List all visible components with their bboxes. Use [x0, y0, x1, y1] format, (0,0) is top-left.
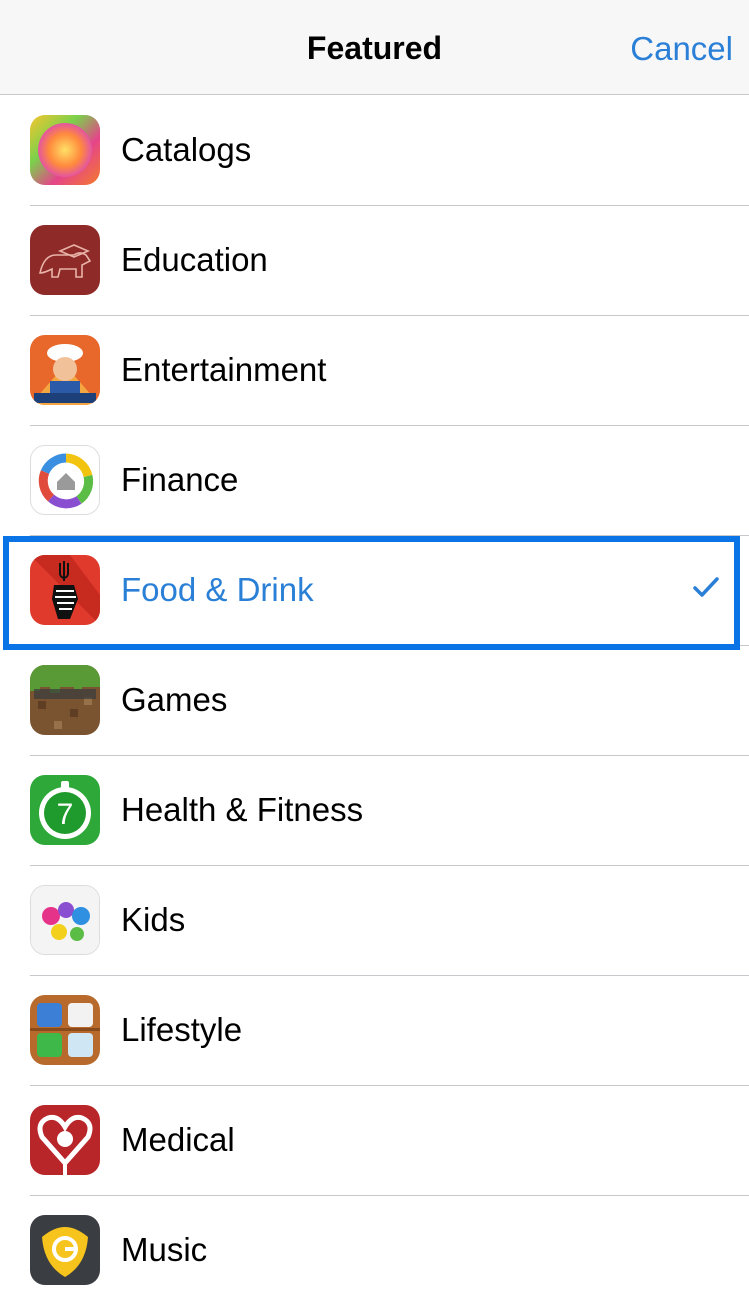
category-row-finance[interactable]: Finance: [0, 426, 749, 536]
category-label: Food & Drink: [121, 571, 314, 608]
category-row-entertainment[interactable]: Entertainment: [0, 316, 749, 426]
category-label: Games: [121, 681, 228, 718]
category-row-education[interactable]: Education: [0, 206, 749, 316]
entertainment-app-icon: [30, 335, 100, 405]
category-row-lifestyle[interactable]: Lifestyle: [0, 976, 749, 1086]
medical-app-icon: [30, 1105, 100, 1175]
category-label: Lifestyle: [121, 1011, 243, 1048]
category-label: Health & Fitness: [121, 791, 364, 828]
education-app-icon: [30, 225, 100, 295]
svg-text:7: 7: [57, 798, 74, 831]
catalogs-app-icon: [30, 115, 100, 185]
category-label: Catalogs: [121, 131, 252, 168]
navigation-bar: Featured Cancel: [0, 0, 749, 95]
category-row-catalogs[interactable]: Catalogs: [0, 96, 749, 206]
category-row-health-fitness[interactable]: 7 Health & Fitness: [0, 756, 749, 866]
category-label: Finance: [121, 461, 239, 498]
food-drink-app-icon: [30, 555, 100, 625]
games-app-icon: [30, 665, 100, 735]
checkmark-icon: [693, 577, 719, 597]
lifestyle-app-icon: [30, 995, 100, 1065]
category-list: Catalogs Education Entertainment Finance…: [0, 96, 749, 1306]
category-label: Kids: [121, 901, 186, 938]
category-row-music[interactable]: Music: [0, 1196, 749, 1306]
category-label: Education: [121, 241, 268, 278]
health-fitness-app-icon: 7: [30, 775, 100, 845]
cancel-button[interactable]: Cancel: [630, 30, 733, 68]
music-app-icon: [30, 1215, 100, 1285]
category-row-food-drink[interactable]: Food & Drink: [0, 536, 749, 646]
category-row-kids[interactable]: Kids: [0, 866, 749, 976]
category-label: Entertainment: [121, 351, 327, 388]
category-label: Medical: [121, 1121, 235, 1158]
category-label: Music: [121, 1231, 208, 1268]
kids-app-icon: [30, 885, 100, 955]
category-row-medical[interactable]: Medical: [0, 1086, 749, 1196]
category-row-games[interactable]: Games: [0, 646, 749, 756]
finance-app-icon: [30, 445, 100, 515]
